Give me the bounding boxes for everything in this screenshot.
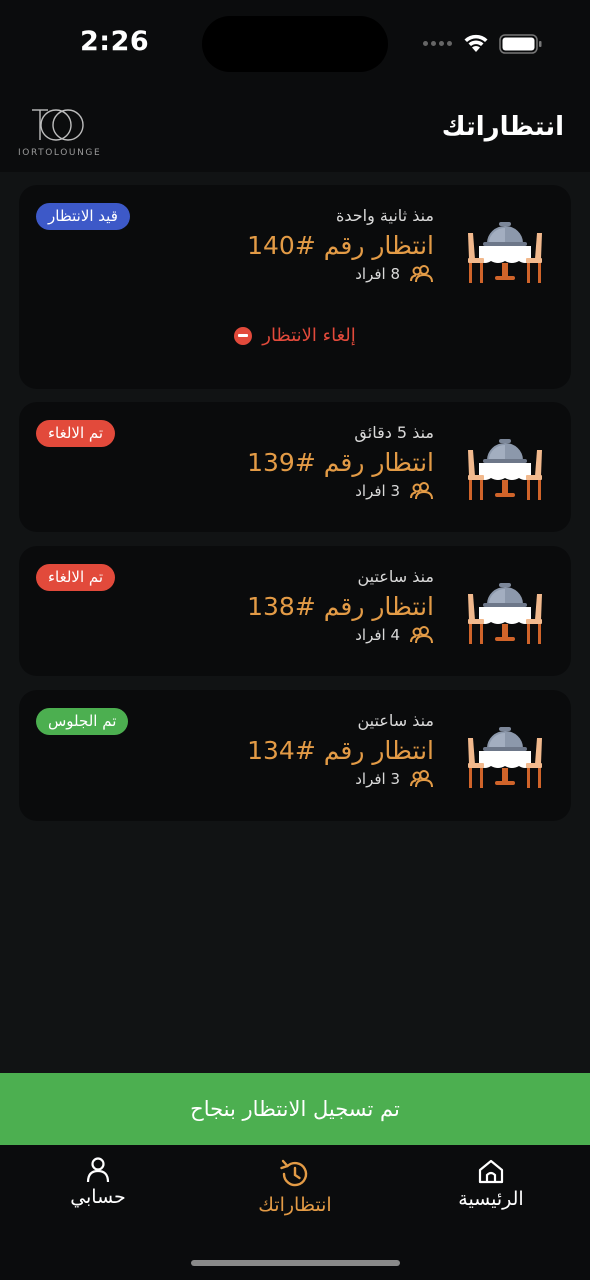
restaurant-table-icon	[468, 222, 542, 283]
logo-mark-icon	[32, 109, 84, 141]
restaurant-table-icon	[468, 583, 542, 644]
no-entry-icon	[234, 326, 253, 345]
status-badge: تم الالغاء	[36, 564, 116, 591]
cancel-wait-label: إلغاء الانتظار	[262, 325, 356, 346]
wait-info: منذ ساعتين انتظار رقم #134 3 افراد	[247, 711, 434, 789]
wait-time-ago: منذ ثانية واحدة	[336, 206, 434, 225]
wait-info: منذ ثانية واحدة انتظار رقم #140 8 افراد	[247, 206, 434, 284]
wifi-icon	[464, 34, 488, 52]
toast-message: تم تسجيل الانتظار بنجاح	[190, 1097, 400, 1121]
success-toast[interactable]: تم تسجيل الانتظار بنجاح	[0, 1073, 590, 1145]
home-icon	[478, 1159, 504, 1184]
dynamic-island	[202, 16, 388, 72]
wait-time-ago: منذ ساعتين	[357, 567, 434, 586]
cellular-signal-icon	[423, 41, 452, 46]
party-size-label: 3 افراد	[355, 482, 400, 500]
user-icon	[86, 1157, 110, 1183]
wait-card[interactable]: تم الجلوس منذ ساعتين انتظار رقم #134 3 ا…	[19, 690, 571, 821]
wait-title: انتظار رقم #140	[247, 231, 434, 260]
wait-info: منذ 5 دقائق انتظار رقم #139 3 افراد	[247, 423, 434, 501]
restaurant-table-icon	[468, 727, 542, 788]
app-header: IORTOLOUNGE انتظاراتك	[0, 90, 590, 172]
nav-label-waits: انتظاراتك	[258, 1194, 332, 1216]
status-badge: قيد الانتظار	[36, 203, 130, 230]
nav-label-home: الرئيسية	[458, 1188, 524, 1210]
party-size: 4 افراد	[247, 625, 434, 645]
wait-time-ago: منذ 5 دقائق	[354, 423, 434, 442]
party-size-label: 8 افراد	[355, 265, 400, 283]
brand-logo: IORTOLOUNGE	[18, 104, 102, 164]
nav-item-waits[interactable]: انتظاراتك	[235, 1157, 355, 1216]
nav-item-home[interactable]: الرئيسية	[431, 1157, 551, 1210]
wait-card[interactable]: تم الالغاء منذ ساعتين انتظار رقم #138 4 …	[19, 546, 571, 676]
home-indicator	[191, 1260, 400, 1266]
wait-title: انتظار رقم #139	[247, 448, 434, 477]
restaurant-table-icon	[468, 439, 542, 500]
wait-info: منذ ساعتين انتظار رقم #138 4 افراد	[247, 567, 434, 645]
party-size: 3 افراد	[247, 769, 434, 789]
status-time: 2:26	[80, 26, 150, 57]
people-icon	[410, 482, 433, 500]
wait-title: انتظار رقم #138	[247, 592, 434, 621]
nav-item-account[interactable]: حسابي	[38, 1157, 158, 1208]
wait-title: انتظار رقم #134	[247, 736, 434, 765]
wait-card[interactable]: قيد الانتظار منذ ثانية واحدة انتظار رقم …	[19, 185, 571, 389]
status-bar: 2:26	[0, 0, 590, 90]
people-icon	[410, 265, 433, 283]
page-title: انتظاراتك	[441, 112, 564, 142]
status-badge: تم الالغاء	[36, 420, 116, 447]
wait-time-ago: منذ ساعتين	[357, 711, 434, 730]
people-icon	[410, 770, 433, 788]
history-icon	[280, 1159, 308, 1187]
party-size: 3 افراد	[247, 481, 434, 501]
cancel-wait-button[interactable]: إلغاء الانتظار	[19, 325, 571, 346]
status-badge: تم الجلوس	[36, 708, 129, 735]
people-icon	[410, 626, 433, 644]
party-size: 8 افراد	[247, 264, 434, 284]
party-size-label: 4 افراد	[355, 626, 400, 644]
wait-card[interactable]: تم الالغاء منذ 5 دقائق انتظار رقم #139 3…	[19, 402, 571, 532]
nav-label-account: حسابي	[70, 1186, 126, 1208]
party-size-label: 3 افراد	[355, 770, 400, 788]
battery-icon	[499, 34, 542, 54]
logo-text: IORTOLOUNGE	[18, 148, 102, 158]
